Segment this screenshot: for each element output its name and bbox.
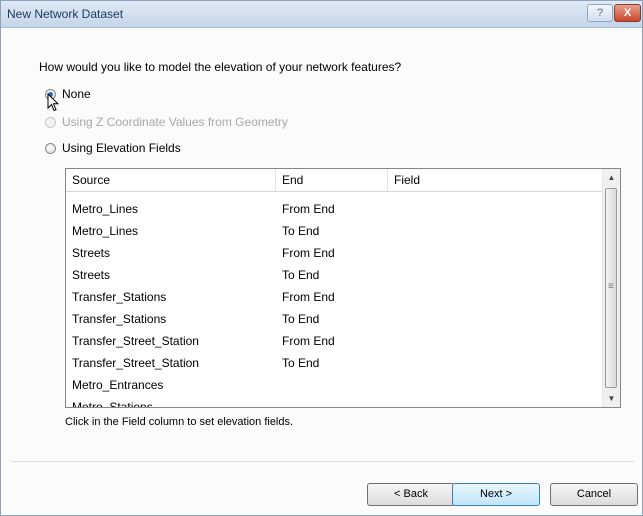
cell-end: From End	[282, 334, 335, 348]
radio-z-coordinates-indicator	[45, 116, 56, 128]
table-row[interactable]: Transfer_Street_Station To End	[66, 352, 604, 374]
cell-source: Streets	[72, 246, 111, 260]
elevation-fields-table[interactable]: Source End Field Metro_Lines From End Me…	[65, 168, 621, 408]
cell-source: Transfer_Stations	[72, 290, 167, 304]
table-row[interactable]: Metro_Stations	[66, 396, 604, 408]
scroll-down-arrow-icon[interactable]: ▼	[603, 390, 620, 407]
title-bar: New Network Dataset ? X	[1, 1, 642, 28]
footer-separator	[11, 461, 634, 462]
radio-elevation-fields[interactable]: Using Elevation Fields	[45, 140, 181, 156]
cell-field[interactable]	[388, 308, 394, 330]
scroll-up-arrow-icon[interactable]: ▲	[603, 169, 620, 186]
cell-field[interactable]	[388, 286, 394, 308]
table-row[interactable]: Transfer_Stations To End	[66, 308, 604, 330]
cell-field[interactable]	[388, 396, 394, 407]
cell-end: To End	[282, 312, 320, 326]
cell-end	[276, 396, 282, 407]
cell-end: From End	[282, 290, 335, 304]
radio-elevation-fields-label: Using Elevation Fields	[62, 141, 181, 155]
cell-field[interactable]	[388, 352, 394, 374]
cell-end	[276, 374, 282, 396]
window-title: New Network Dataset	[7, 7, 124, 21]
cell-source: Transfer_Street_Station	[72, 334, 199, 348]
cell-field[interactable]	[388, 198, 394, 220]
cell-field[interactable]	[388, 374, 394, 396]
table-header: Source End Field	[66, 169, 604, 192]
cell-source: Transfer_Stations	[72, 312, 167, 326]
cell-source: Metro_Lines	[72, 202, 139, 216]
field-hint-text: Click in the Field column to set elevati…	[65, 416, 294, 428]
cell-field[interactable]	[388, 242, 394, 264]
cell-end: From End	[282, 246, 335, 260]
cell-source: Streets	[72, 268, 111, 282]
table-row[interactable]: Streets From End	[66, 242, 604, 264]
radio-none-label: None	[62, 87, 91, 101]
cell-source: Transfer_Street_Station	[72, 356, 199, 370]
grip-icon: ≡	[608, 281, 614, 292]
table-row[interactable]: Streets To End	[66, 264, 604, 286]
radio-z-coordinates-label: Using Z Coordinate Values from Geometry	[62, 115, 288, 129]
cell-source: Metro_Stations	[72, 400, 153, 408]
radio-z-coordinates: Using Z Coordinate Values from Geometry	[45, 114, 288, 130]
cell-field[interactable]	[388, 330, 394, 352]
elevation-question: How would you like to model the elevatio…	[39, 60, 402, 74]
next-button[interactable]: Next >	[452, 483, 540, 506]
vertical-scrollbar[interactable]: ▲ ≡ ▼	[602, 169, 620, 407]
arrow-pointer-icon	[47, 93, 59, 112]
column-header-field[interactable]: Field	[388, 169, 604, 191]
table-row[interactable]: Metro_Lines To End	[66, 220, 604, 242]
table-row[interactable]: Metro_Entrances	[66, 374, 604, 396]
cell-field[interactable]	[388, 220, 394, 242]
help-button[interactable]: ?	[587, 4, 613, 22]
back-button[interactable]: < Back	[367, 483, 455, 506]
scroll-thumb[interactable]: ≡	[605, 188, 617, 388]
cell-end: To End	[282, 268, 320, 282]
cell-end: To End	[282, 224, 320, 238]
table-row[interactable]: Transfer_Street_Station From End	[66, 330, 604, 352]
column-header-source[interactable]: Source	[66, 169, 276, 191]
cancel-button[interactable]: Cancel	[550, 483, 638, 506]
cell-end: From End	[282, 202, 335, 216]
close-button[interactable]: X	[614, 4, 641, 22]
dialog-window: New Network Dataset ? X How would you li…	[0, 0, 643, 516]
table-row[interactable]: Metro_Lines From End	[66, 198, 604, 220]
cell-end: To End	[282, 356, 320, 370]
cell-field[interactable]	[388, 264, 394, 286]
cell-source: Metro_Lines	[72, 224, 139, 238]
cell-source: Metro_Entrances	[72, 378, 164, 392]
column-header-end[interactable]: End	[276, 169, 388, 191]
table-row[interactable]: Transfer_Stations From End	[66, 286, 604, 308]
radio-elevation-fields-indicator[interactable]	[45, 142, 56, 154]
